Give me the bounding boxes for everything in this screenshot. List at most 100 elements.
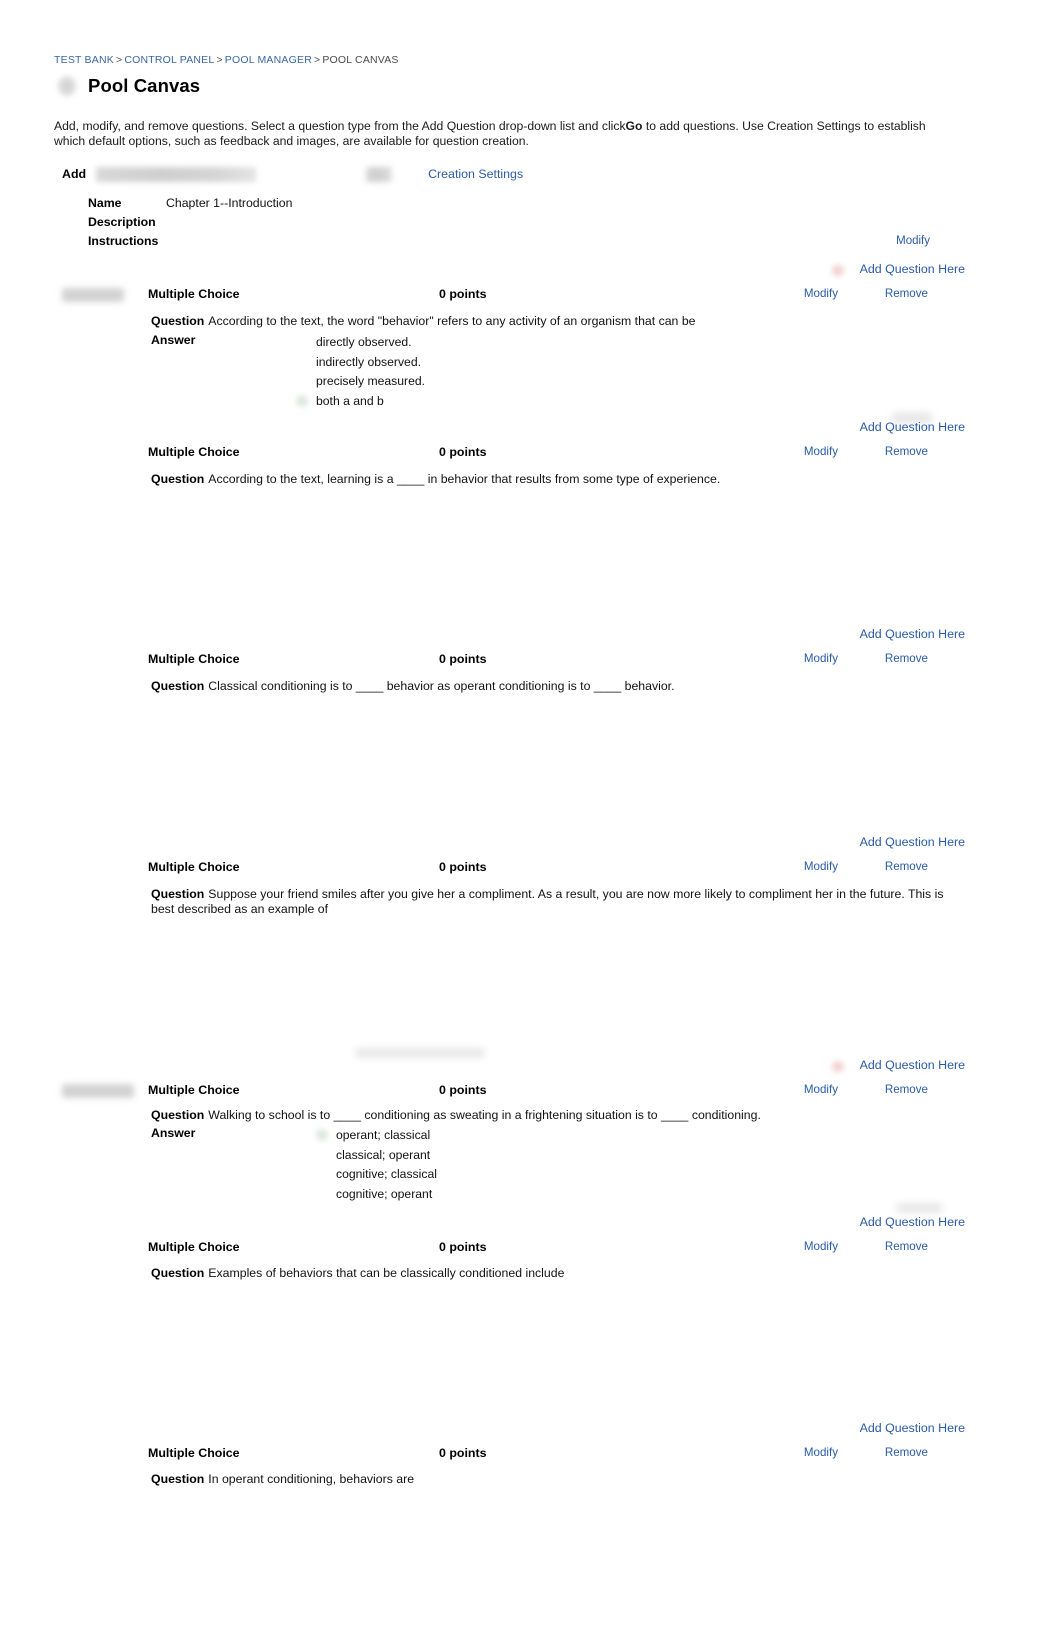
question-remove-link[interactable]: Remove — [885, 1240, 928, 1253]
question-points: 0 points — [439, 445, 487, 459]
correct-answer-icon — [296, 394, 308, 407]
question-text-row: Question Walking to school is to ____ con… — [151, 1108, 951, 1123]
question-modify-link[interactable]: Modify — [804, 860, 838, 873]
question-type: Multiple Choice — [148, 445, 240, 459]
question-modify-link[interactable]: Modify — [804, 652, 838, 665]
page-description: Add, modify, and remove questions. Selec… — [54, 119, 954, 149]
question-text-row: Question According to the text, the word … — [151, 314, 951, 329]
question-label: Question — [151, 314, 205, 328]
add-question-marker-icon — [832, 265, 844, 276]
answer-label: Answer — [151, 333, 196, 347]
page-header: Pool Canvas — [56, 74, 200, 98]
question-number-badge — [62, 288, 124, 302]
question-header: Multiple Choice 0 points Modify Remove — [148, 860, 968, 876]
question-type: Multiple Choice — [148, 1083, 240, 1097]
question-remove-link[interactable]: Remove — [885, 1083, 928, 1096]
pool-description-row: Description — [88, 215, 968, 234]
question-remove-link[interactable]: Remove — [885, 652, 928, 665]
answer-item: classical; operant — [336, 1147, 431, 1162]
question-type: Multiple Choice — [148, 1446, 240, 1460]
question-modify-link[interactable]: Modify — [804, 287, 838, 300]
add-question-here-link[interactable]: Add Question Here — [860, 1215, 965, 1229]
answer-item: precisely measured. — [316, 374, 426, 388]
add-question-here-link[interactable]: Add Question Here — [860, 1058, 965, 1072]
add-label: Add — [62, 167, 87, 181]
question-label: Question — [151, 1266, 205, 1280]
pool-description-label: Description — [88, 215, 156, 229]
question-points: 0 points — [439, 652, 487, 666]
question-remove-link[interactable]: Remove — [885, 445, 928, 458]
question-type: Multiple Choice — [148, 287, 240, 301]
question-body: Question Classical conditioning is to ___… — [151, 679, 951, 694]
answer-list: operant; classical classical; operant co… — [316, 1126, 951, 1204]
question-remove-link[interactable]: Remove — [885, 860, 928, 873]
question-text: Walking to school is to ____ conditionin… — [208, 1108, 761, 1122]
question-text-row: Question Suppose your friend smiles after… — [151, 887, 951, 917]
pool-canvas-icon — [56, 74, 78, 98]
question-text: Classical conditioning is to ____ behavi… — [208, 679, 675, 693]
answer-section: Answer directly observed. indirectly obs… — [151, 333, 951, 411]
question-points: 0 points — [439, 1240, 487, 1254]
question-remove-link[interactable]: Remove — [885, 287, 928, 300]
question-header: Multiple Choice 0 points Modify Remove — [148, 652, 968, 668]
question-body: Question Suppose your friend smiles after… — [151, 887, 951, 917]
breadcrumb-item-pool-manager[interactable]: POOL MANAGER — [225, 54, 312, 66]
answer-list: directly observed. indirectly observed. … — [296, 333, 951, 411]
question-label: Question — [151, 887, 205, 901]
answer-item: operant; classical — [316, 1126, 951, 1146]
question-remove-link[interactable]: Remove — [885, 1446, 928, 1459]
answer-section: Answer operant; classical classical; ope… — [151, 1126, 951, 1204]
breadcrumb: TEST BANK > CONTROL PANEL > POOL MANAGER > POO… — [54, 54, 399, 66]
question-header: Multiple Choice 0 points Modify Remove — [148, 445, 968, 461]
question-modify-link[interactable]: Modify — [804, 1446, 838, 1459]
intro-go-bold: Go — [625, 119, 643, 133]
answer-label: Answer — [151, 1126, 196, 1140]
question-points: 0 points — [439, 860, 487, 874]
add-question-here-link[interactable]: Add Question Here — [860, 627, 965, 641]
creation-settings-link[interactable]: Creation Settings — [428, 167, 523, 181]
question-label: Question — [151, 679, 205, 693]
pool-modify-link[interactable]: Modify — [896, 235, 930, 247]
question-type-select[interactable] — [96, 166, 257, 182]
add-question-here-link[interactable]: Add Question Here — [860, 262, 965, 276]
add-question-here-link[interactable]: Add Question Here — [860, 1421, 965, 1435]
pool-metadata: Name Chapter 1--Introduction Description… — [88, 196, 968, 253]
answer-item: indirectly observed. — [316, 354, 421, 369]
question-number-badge — [62, 1084, 134, 1098]
decorative-smudge — [355, 1048, 485, 1058]
breadcrumb-item-control-panel[interactable]: CONTROL PANEL — [124, 54, 214, 66]
go-button[interactable] — [366, 166, 393, 182]
pool-name-label: Name — [88, 196, 122, 210]
correct-answer-icon — [316, 1129, 328, 1141]
question-modify-link[interactable]: Modify — [804, 1240, 838, 1253]
question-points: 0 points — [439, 1083, 487, 1097]
answer-item: cognitive; operant — [336, 1186, 433, 1201]
question-type: Multiple Choice — [148, 860, 240, 874]
breadcrumb-separator: > — [216, 54, 223, 66]
question-modify-link[interactable]: Modify — [804, 445, 838, 458]
question-body: Question In operant conditioning, behavio… — [151, 1472, 951, 1487]
question-points: 0 points — [439, 1446, 487, 1460]
question-text-row: Question Classical conditioning is to ___… — [151, 679, 951, 694]
question-header: Multiple Choice 0 points Modify Remove — [148, 1083, 968, 1099]
add-question-here-link[interactable]: Add Question Here — [860, 835, 965, 849]
pool-instructions-label: Instructions — [88, 234, 159, 248]
add-question-marker-icon — [832, 1061, 844, 1072]
question-body: Question Walking to school is to ____ con… — [151, 1108, 951, 1204]
question-text: Examples of behaviors that can be classi… — [208, 1266, 565, 1280]
question-body: Question According to the text, learning … — [151, 472, 951, 487]
question-modify-link[interactable]: Modify — [804, 1083, 838, 1096]
breadcrumb-item-test-bank[interactable]: TEST BANK — [54, 54, 114, 66]
question-label: Question — [151, 472, 205, 486]
question-text-row: Question In operant conditioning, behavio… — [151, 1472, 951, 1487]
add-question-toolbar: Add Creation Settings — [62, 164, 523, 184]
question-text: According to the text, the word "behavio… — [208, 314, 696, 328]
pool-instructions-row: Instructions — [88, 234, 968, 253]
pool-name-value: Chapter 1--Introduction — [166, 196, 293, 210]
add-question-here-link[interactable]: Add Question Here — [860, 420, 965, 434]
question-header: Multiple Choice 0 points Modify Remove — [148, 287, 968, 303]
decorative-smudge — [896, 1203, 942, 1213]
pool-canvas-page: TEST BANK > CONTROL PANEL > POOL MANAGER > POO… — [0, 0, 1062, 1644]
question-body: Question Examples of behaviors that can b… — [151, 1266, 951, 1281]
breadcrumb-separator: > — [313, 54, 321, 66]
